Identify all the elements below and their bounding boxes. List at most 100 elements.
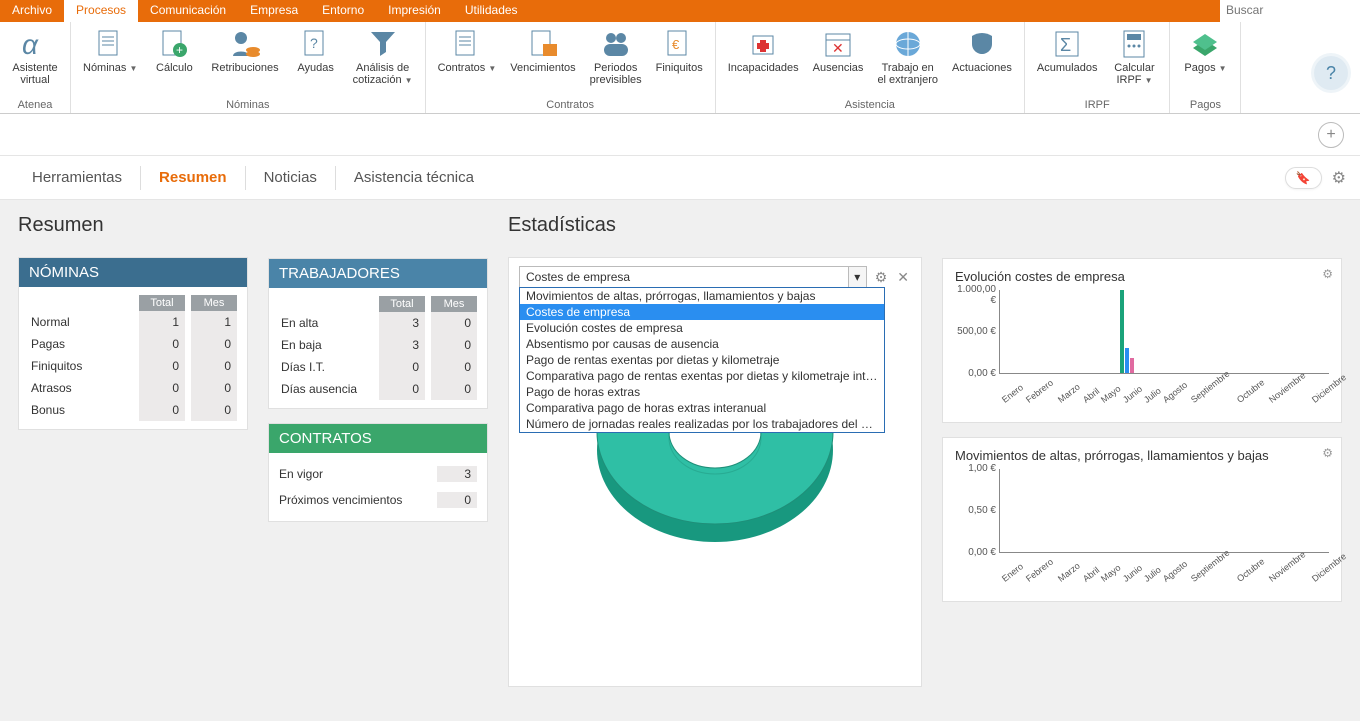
- menu-archivo[interactable]: Archivo: [0, 0, 64, 22]
- card-nominas: NÓMINAS TotalMesNormal11Pagas00Finiquito…: [18, 257, 248, 430]
- kv-row: Próximos vencimientos0: [279, 487, 477, 513]
- svg-text:€: €: [672, 37, 680, 52]
- row-label: Días I.T.: [279, 356, 373, 378]
- stats-select[interactable]: Costes de empresa ▾ Movimientos de altas…: [519, 266, 867, 288]
- y-tick: 1.000,00 €: [952, 284, 996, 306]
- acumulados-icon: Σ: [1051, 28, 1083, 60]
- cell-total: 3: [379, 312, 425, 334]
- retribuciones-icon: [229, 28, 261, 60]
- dropdown-option[interactable]: Movimientos de altas, prórrogas, llamami…: [520, 288, 884, 304]
- ribbon-periodos[interactable]: Periodosprevisibles: [586, 26, 646, 98]
- ribbon-label: Acumulados: [1037, 62, 1098, 74]
- ribbon-ayudas[interactable]: ? Ayudas: [289, 26, 343, 98]
- dropdown-option[interactable]: Evolución costes de empresa: [520, 320, 884, 336]
- cell-mes: 0: [431, 334, 477, 356]
- dropdown-option[interactable]: Comparativa pago de horas extras interan…: [520, 400, 884, 416]
- chart-title: Evolución costes de empresa: [955, 269, 1329, 284]
- ribbon-actuaciones[interactable]: Actuaciones: [948, 26, 1016, 98]
- menu-utilidades[interactable]: Utilidades: [453, 0, 530, 22]
- cell-mes: 1: [191, 311, 237, 333]
- vencimientos-icon: [527, 28, 559, 60]
- kv-row: En vigor3: [279, 461, 477, 487]
- ribbon-calculo[interactable]: + Cálculo: [147, 26, 201, 98]
- ribbon-incapacidades[interactable]: Incapacidades: [724, 26, 803, 98]
- close-icon[interactable]: ✕: [895, 269, 911, 286]
- analisis-icon: [367, 28, 399, 60]
- tab-asistencia[interactable]: Asistencia técnica: [336, 159, 492, 196]
- menu-entorno[interactable]: Entorno: [310, 0, 376, 22]
- ribbon-acumulados[interactable]: Σ Acumulados: [1033, 26, 1102, 98]
- search-input[interactable]: [1220, 0, 1360, 20]
- dropdown-option[interactable]: Costes de empresa: [520, 304, 884, 320]
- y-tick: 0,00 €: [952, 368, 996, 379]
- ribbon-analisis[interactable]: Análisis decotización ▼: [349, 26, 417, 98]
- cell-total: 0: [139, 355, 185, 377]
- dropdown-option[interactable]: Pago de horas extras: [520, 384, 884, 400]
- actuaciones-icon: [966, 28, 998, 60]
- ribbon-group-label: Atenea: [8, 98, 62, 111]
- x-ticks: EneroFebreroMarzoAbrilMayoJunioJulioAgos…: [1000, 397, 1335, 407]
- card-movimientos: ⚙ Movimientos de altas, prórrogas, llama…: [942, 437, 1342, 602]
- add-tab-button[interactable]: +: [1318, 122, 1344, 148]
- dropdown-option[interactable]: Absentismo por causas de ausencia: [520, 336, 884, 352]
- menu-procesos[interactable]: Procesos: [64, 0, 138, 22]
- stats-select-value: Costes de empresa: [526, 270, 630, 284]
- gear-icon[interactable]: ⚙: [873, 269, 890, 286]
- dropdown-option[interactable]: Número de jornadas reales realizadas por…: [520, 416, 884, 432]
- ayudas-icon: ?: [300, 28, 332, 60]
- ribbon-label: Periodosprevisibles: [590, 62, 642, 86]
- ribbon-calc-irpf[interactable]: CalcularIRPF ▼: [1107, 26, 1161, 98]
- menu-impresion[interactable]: Impresión: [376, 0, 453, 22]
- ribbon-retribuciones[interactable]: Retribuciones: [207, 26, 282, 98]
- ribbon-group-label: IRPF: [1033, 98, 1162, 111]
- tab-resumen[interactable]: Resumen: [141, 159, 245, 196]
- cell-mes: 0: [191, 377, 237, 399]
- row-label: En baja: [279, 334, 373, 356]
- ribbon-group: Contratos ▼ Vencimientos Periodosprevisi…: [426, 22, 716, 113]
- tab-noticias[interactable]: Noticias: [246, 159, 335, 196]
- y-tick: 0,50 €: [952, 505, 996, 516]
- menu-empresa[interactable]: Empresa: [238, 0, 310, 22]
- ribbon-ausencias[interactable]: ✕ Ausencias: [809, 26, 868, 98]
- ribbon-finiquitos[interactable]: € Finiquitos: [652, 26, 707, 98]
- ribbon-label: Finiquitos: [656, 62, 703, 74]
- dropdown-option[interactable]: Pago de rentas exentas por dietas y kilo…: [520, 352, 884, 368]
- gear-icon[interactable]: ⚙: [1332, 168, 1346, 188]
- ribbon-nominas[interactable]: Nóminas ▼: [79, 26, 141, 98]
- bookmark-icon[interactable]: 🔖: [1285, 167, 1322, 189]
- cell-mes: 0: [431, 356, 477, 378]
- y-tick: 1,00 €: [952, 463, 996, 474]
- ribbon-group: Pagos ▼ Pagos: [1170, 22, 1241, 113]
- ausencias-icon: ✕: [822, 28, 854, 60]
- dropdown-toggle[interactable]: ▾: [849, 266, 867, 288]
- trabajadores-table: TotalMesEn alta30En baja30Días I.T.00Día…: [279, 296, 477, 400]
- ribbon-asistente[interactable]: α Asistentevirtual: [8, 26, 62, 98]
- help-fab[interactable]: ?: [1314, 56, 1348, 90]
- ribbon-pagos[interactable]: Pagos ▼: [1178, 26, 1232, 98]
- ribbon-label: Incapacidades: [728, 62, 799, 74]
- ribbon-contratos[interactable]: Contratos ▼: [434, 26, 501, 98]
- cell-mes: 0: [191, 333, 237, 355]
- chart-movimientos: 1,00 €0,50 €0,00 €EneroFebreroMarzoAbril…: [999, 469, 1329, 553]
- cell-total: 0: [139, 399, 185, 421]
- asistente-icon: α: [19, 28, 51, 60]
- ribbon-group-label: Contratos: [434, 98, 707, 111]
- ribbon-vencimientos[interactable]: Vencimientos: [506, 26, 579, 98]
- search-box: [1220, 0, 1360, 22]
- bar: [1130, 358, 1134, 373]
- ribbon-extranjero[interactable]: Trabajo enel extranjero: [873, 26, 942, 98]
- gear-icon[interactable]: ⚙: [1322, 267, 1333, 281]
- dropdown-option[interactable]: Comparativa pago de rentas exentas por d…: [520, 368, 884, 384]
- resumen-title: Resumen: [18, 214, 248, 237]
- dashboard: Resumen NÓMINAS TotalMesNormal11Pagas00F…: [0, 200, 1360, 721]
- bar: [1125, 348, 1129, 373]
- card-contratos: CONTRATOS En vigor3Próximos vencimientos…: [268, 423, 488, 522]
- menu-comunicacion[interactable]: Comunicación: [138, 0, 238, 22]
- gear-icon[interactable]: ⚙: [1322, 446, 1333, 460]
- chart-title: Movimientos de altas, prórrogas, llamami…: [955, 448, 1329, 463]
- row-label: Normal: [29, 311, 133, 333]
- ribbon-label: Actuaciones: [952, 62, 1012, 74]
- row-label: Bonus: [29, 399, 133, 421]
- tab-herramientas[interactable]: Herramientas: [14, 159, 140, 196]
- calc-irpf-icon: [1118, 28, 1150, 60]
